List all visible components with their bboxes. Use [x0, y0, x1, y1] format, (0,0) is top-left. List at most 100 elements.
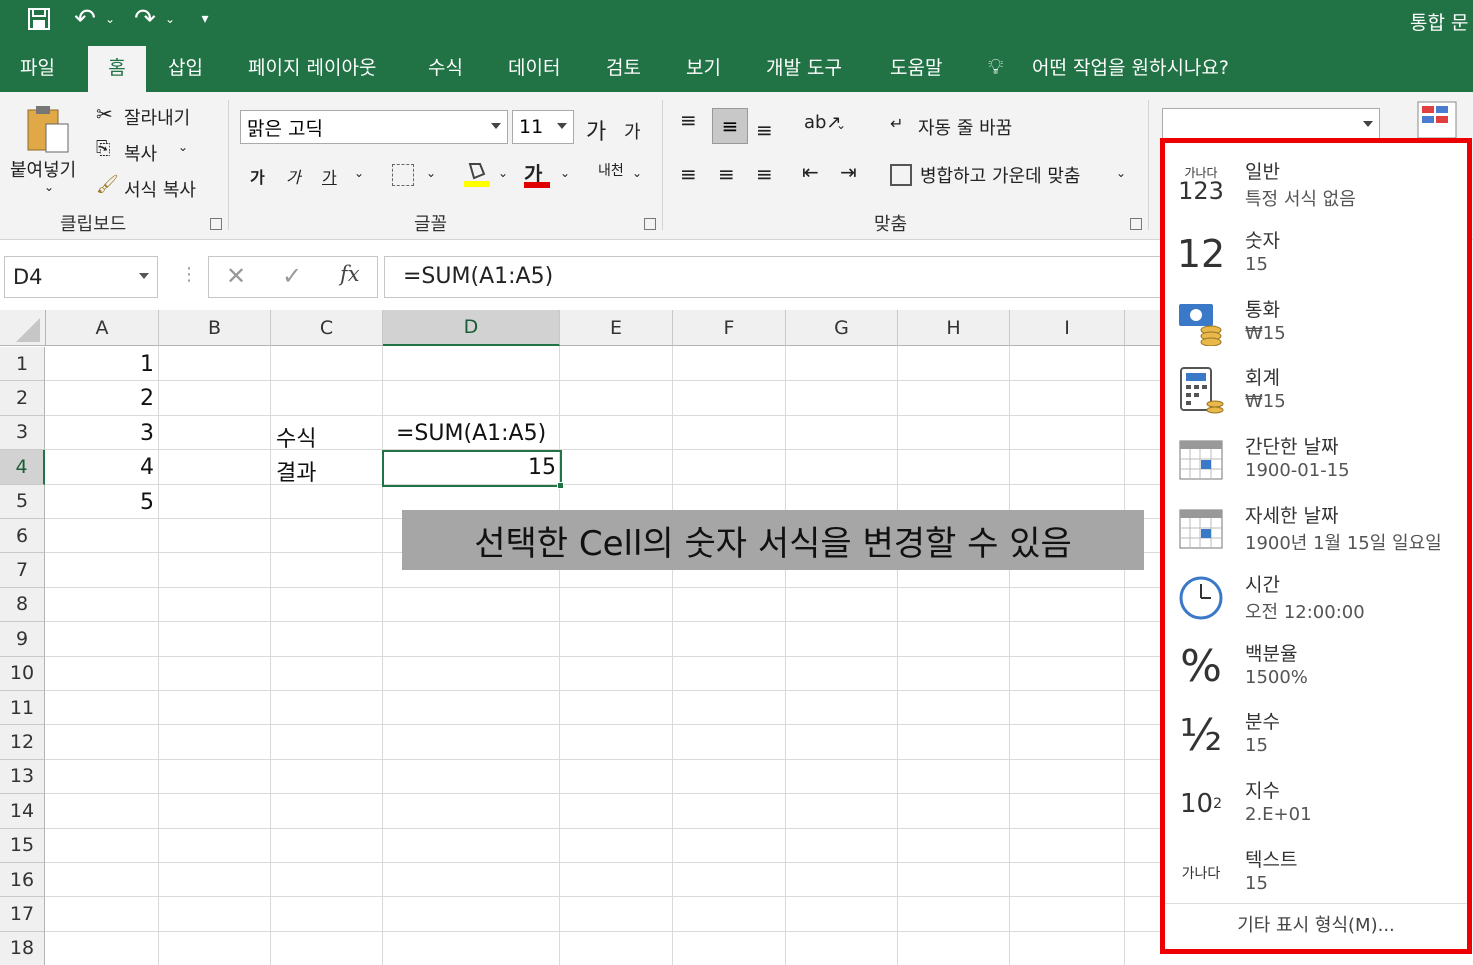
wrap-text-icon[interactable]: ↵: [890, 114, 903, 133]
align-middle-icon[interactable]: ≡: [712, 108, 748, 144]
font-color-dropdown-icon[interactable]: ⌄: [560, 166, 570, 180]
copy-dropdown-icon[interactable]: ⌄: [178, 140, 188, 154]
row-header-16[interactable]: 16: [0, 863, 45, 898]
row-header-13[interactable]: 13: [0, 759, 45, 795]
increase-font-button[interactable]: 가: [586, 114, 606, 146]
phonetic-guide-button[interactable]: 내천: [598, 160, 624, 180]
tab-help[interactable]: 도움말: [890, 46, 942, 92]
tell-me-search[interactable]: 어떤 작업을 원하시나요?: [1032, 46, 1229, 92]
name-box-dropdown-icon[interactable]: [139, 273, 149, 279]
column-header-c[interactable]: C: [271, 310, 383, 346]
decrease-indent-icon[interactable]: ⇤: [802, 160, 819, 184]
merge-dropdown-icon[interactable]: ⌄: [1116, 166, 1126, 180]
save-icon[interactable]: [24, 0, 54, 38]
paste-dropdown-icon[interactable]: ⌄: [44, 180, 54, 194]
number-format-option[interactable]: 12 숫자 15: [1165, 222, 1467, 290]
redo-dropdown-icon[interactable]: ⌄: [160, 0, 180, 38]
underline-dropdown-icon[interactable]: ⌄: [354, 166, 364, 180]
merge-center-button[interactable]: 병합하고 가운데 맞춤: [920, 162, 1080, 188]
tab-insert[interactable]: 삽입: [168, 46, 203, 92]
conditional-formatting-icon[interactable]: [1414, 100, 1460, 140]
column-header-g[interactable]: G: [786, 310, 898, 346]
cell-a4[interactable]: 4: [46, 455, 154, 480]
wrap-text-button[interactable]: 자동 줄 바꿈: [918, 114, 1012, 140]
underline-button[interactable]: 가: [322, 164, 337, 188]
number-format-option[interactable]: 간단한 날짜 1900-01-15: [1165, 428, 1467, 496]
format-painter-icon[interactable]: 🖌︎: [96, 174, 119, 195]
number-format-option[interactable]: 가나다 텍스트 15: [1165, 841, 1467, 909]
align-center-icon[interactable]: ≡: [718, 162, 735, 186]
row-header-8[interactable]: 8: [0, 587, 45, 623]
align-top-icon[interactable]: ≡: [680, 108, 697, 132]
cell-c3[interactable]: 수식: [276, 421, 316, 453]
copy-icon[interactable]: ⎘: [96, 138, 110, 159]
tab-file[interactable]: 파일: [20, 46, 55, 92]
more-number-formats-button[interactable]: 기타 표시 형식(M)...: [1165, 903, 1467, 943]
row-header-18[interactable]: 18: [0, 931, 45, 965]
number-format-combo[interactable]: [1162, 108, 1380, 140]
copy-button[interactable]: 복사: [124, 140, 157, 166]
column-header-b[interactable]: B: [159, 310, 271, 346]
cell-a2[interactable]: 2: [46, 386, 154, 411]
name-box[interactable]: D4: [4, 256, 158, 298]
cell-d3[interactable]: =SUM(A1:A5): [396, 421, 546, 446]
align-bottom-icon[interactable]: ≡: [756, 118, 773, 142]
row-header-17[interactable]: 17: [0, 897, 45, 932]
row-header-9[interactable]: 9: [0, 622, 45, 657]
align-left-icon[interactable]: ≡: [680, 162, 697, 186]
orientation-dropdown-icon[interactable]: ⌄: [836, 118, 846, 132]
column-header-h[interactable]: H: [898, 310, 1010, 346]
column-header-d[interactable]: D: [383, 310, 560, 346]
number-format-option[interactable]: ½ 분수 15: [1165, 703, 1467, 771]
font-launcher-icon[interactable]: [644, 218, 656, 230]
fill-handle[interactable]: [557, 482, 564, 489]
increase-indent-icon[interactable]: ⇥: [840, 160, 857, 184]
tab-home[interactable]: 홈: [88, 46, 146, 92]
cell-c4[interactable]: 결과: [276, 455, 316, 487]
row-header-6[interactable]: 6: [0, 519, 45, 554]
merge-center-icon[interactable]: [890, 164, 912, 186]
number-format-option[interactable]: % 백분율 1500%: [1165, 635, 1467, 703]
fill-color-icon[interactable]: [464, 160, 490, 188]
font-size-combo[interactable]: 11: [512, 110, 574, 144]
alignment-launcher-icon[interactable]: [1130, 218, 1142, 230]
formula-input[interactable]: =SUM(A1:A5): [384, 256, 1164, 298]
tab-formulas[interactable]: 수식: [428, 46, 463, 92]
paste-icon[interactable]: [26, 104, 72, 154]
number-format-option[interactable]: 시간 오전 12:00:00: [1165, 566, 1467, 634]
tab-developer[interactable]: 개발 도구: [766, 46, 842, 92]
select-all-button[interactable]: [0, 310, 46, 346]
row-header-11[interactable]: 11: [0, 691, 45, 726]
row-header-3[interactable]: 3: [0, 415, 45, 451]
redo-icon[interactable]: ↷: [130, 0, 160, 38]
column-header-j[interactable]: [1125, 310, 1165, 346]
column-header-i[interactable]: I: [1010, 310, 1125, 346]
paste-button[interactable]: 붙여넣기: [10, 156, 76, 182]
cancel-icon[interactable]: ✕: [226, 262, 246, 290]
font-name-combo[interactable]: 맑은 고딕: [240, 110, 508, 144]
row-header-15[interactable]: 15: [0, 828, 45, 863]
undo-dropdown-icon[interactable]: ⌄: [100, 0, 120, 38]
clipboard-launcher-icon[interactable]: [210, 218, 222, 230]
column-header-e[interactable]: E: [560, 310, 673, 346]
enter-icon[interactable]: ✓: [282, 262, 302, 290]
row-header-12[interactable]: 12: [0, 725, 45, 760]
number-format-option[interactable]: 통화 ₩15: [1165, 291, 1467, 359]
align-right-icon[interactable]: ≡: [756, 162, 773, 186]
font-name-dropdown-icon[interactable]: [491, 123, 501, 129]
row-header-4[interactable]: 4: [0, 450, 45, 485]
row-header-10[interactable]: 10: [0, 656, 45, 691]
number-format-option[interactable]: 가나다 123 일반 특정 서식 없음: [1165, 153, 1467, 221]
cell-a3[interactable]: 3: [46, 421, 154, 446]
cell-a5[interactable]: 5: [46, 490, 154, 515]
cut-button[interactable]: 잘라내기: [124, 104, 190, 130]
tab-data[interactable]: 데이터: [508, 46, 560, 92]
column-header-f[interactable]: F: [673, 310, 786, 346]
cell-a1[interactable]: 1: [46, 352, 154, 377]
phonetic-dropdown-icon[interactable]: ⌄: [632, 166, 642, 180]
bold-button[interactable]: 가: [250, 164, 265, 188]
borders-icon[interactable]: [392, 164, 414, 186]
cut-icon[interactable]: ✂: [96, 102, 113, 126]
cell-d4[interactable]: 15: [384, 455, 556, 480]
row-header-14[interactable]: 14: [0, 794, 45, 829]
